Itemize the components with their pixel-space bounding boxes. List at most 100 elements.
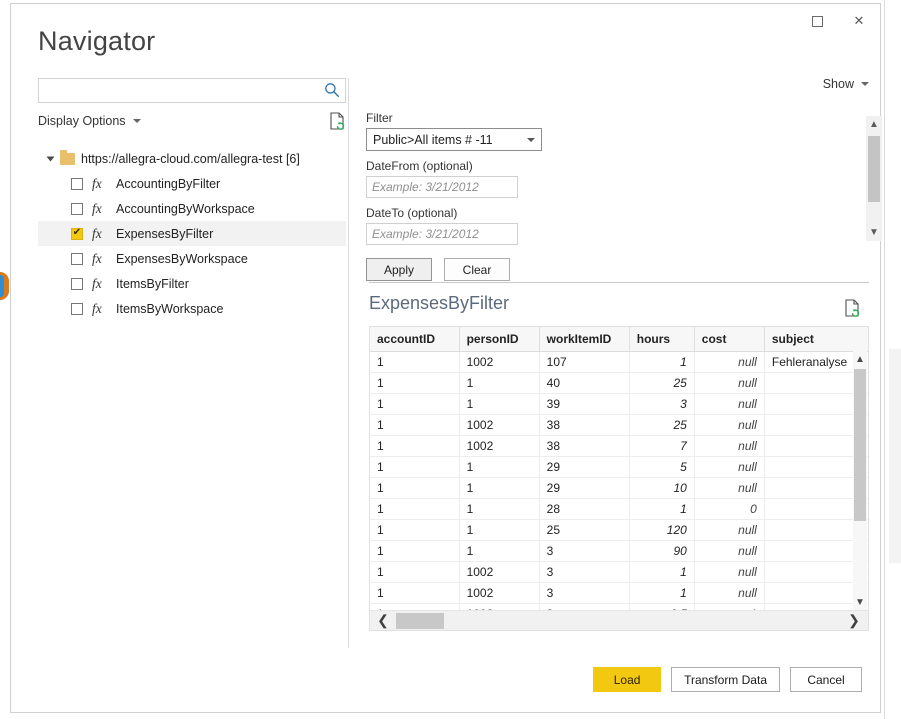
cell-cost: null (694, 415, 764, 436)
expand-collapse-icon[interactable] (47, 156, 55, 161)
scroll-down-icon[interactable]: ▼ (866, 224, 882, 241)
scroll-left-icon[interactable]: ❮ (372, 611, 394, 630)
fx-icon: fx (92, 201, 107, 217)
column-header-workitemid[interactable]: workItemID (539, 327, 629, 352)
maximize-icon (812, 16, 823, 27)
fx-icon: fx (92, 301, 107, 317)
table-row[interactable]: 112910nulln (370, 478, 869, 499)
cell-workitemid: 3 (539, 583, 629, 604)
cell-personid: 1 (459, 541, 539, 562)
column-header-personid[interactable]: personID (459, 327, 539, 352)
tree-item-checkbox[interactable] (71, 228, 83, 240)
tree-item-itemsbyfilter[interactable]: fx ItemsByFilter (38, 271, 346, 296)
table-row[interactable]: 11390nulln (370, 541, 869, 562)
scroll-right-icon[interactable]: ❯ (843, 611, 865, 630)
dateto-input[interactable] (366, 223, 518, 245)
cell-workitemid: 25 (539, 520, 629, 541)
table-row[interactable]: 1100231nulln (370, 562, 869, 583)
table-row[interactable]: 112810n (370, 499, 869, 520)
refresh-document-icon[interactable] (329, 112, 345, 130)
tree-item-checkbox[interactable] (71, 278, 83, 290)
background-right-divider (884, 0, 885, 719)
column-header-cost[interactable]: cost (694, 327, 764, 352)
spacer (366, 151, 666, 159)
column-header-accountid[interactable]: accountID (370, 327, 459, 352)
apply-button[interactable]: Apply (366, 258, 432, 281)
show-dropdown[interactable]: Show (823, 77, 869, 91)
navigator-dialog: ✕ Navigator Display Options (10, 3, 881, 713)
scrollbar-thumb[interactable] (868, 136, 880, 202)
cell-hours: 1 (629, 352, 694, 373)
tree-item-checkbox[interactable] (71, 203, 83, 215)
table-row[interactable]: 1100231nulln (370, 583, 869, 604)
grid-horizontal-scrollbar[interactable]: ❮ ❯ (370, 610, 869, 630)
parameter-buttons: Apply Clear (366, 258, 666, 281)
tree-item-accountingbyfilter[interactable]: fx AccountingByFilter (38, 171, 346, 196)
cell-hours: 10 (629, 478, 694, 499)
table-row[interactable]: 11393nulln (370, 394, 869, 415)
table-row[interactable]: 11002387null (370, 436, 869, 457)
scrollbar-thumb[interactable] (396, 613, 444, 629)
cell-personid: 1 (459, 499, 539, 520)
tree-item-itemsbyworkspace[interactable]: fx ItemsByWorkspace (38, 296, 346, 321)
maximize-button[interactable] (796, 5, 838, 37)
fx-icon: fx (92, 176, 107, 192)
cell-cost: null (694, 562, 764, 583)
parameters-form: Filter Public>All items # -11 DateFrom (… (366, 111, 666, 281)
background-right-panel (889, 349, 901, 563)
fx-icon: fx (92, 251, 107, 267)
table-row[interactable]: 110023825null (370, 415, 869, 436)
tree-root-label: https://allegra-cloud.com/allegra-test [… (81, 152, 300, 166)
cell-workitemid: 40 (539, 373, 629, 394)
table-row[interactable]: 114025nulln (370, 373, 869, 394)
parameters-vertical-scrollbar[interactable]: ▲ ▼ (866, 116, 882, 241)
chevron-down-icon (861, 82, 869, 86)
scroll-up-icon[interactable]: ▲ (853, 351, 867, 367)
filter-label: Filter (366, 111, 666, 125)
load-button[interactable]: Load (593, 667, 661, 692)
scrollbar-thumb[interactable] (854, 369, 866, 521)
search-input[interactable] (38, 78, 346, 103)
tree-item-accountingbyworkspace[interactable]: fx AccountingByWorkspace (38, 196, 346, 221)
table-row[interactable]: 110021071nullFehleranalyse (370, 352, 869, 373)
tree-item-expensesbyfilter[interactable]: fx ExpensesByFilter (38, 221, 346, 246)
cell-personid: 1 (459, 457, 539, 478)
page-title: Navigator (38, 26, 155, 57)
tree-item-checkbox[interactable] (71, 303, 83, 315)
cell-workitemid: 107 (539, 352, 629, 373)
close-button[interactable]: ✕ (838, 5, 880, 37)
preview-grid: accountID personID workItemID hours cost… (369, 326, 869, 631)
background-left-accent-secondary (0, 275, 4, 297)
left-pane: Display Options https://allegra-cloud.co… (38, 78, 346, 321)
cell-cost: null (694, 373, 764, 394)
tree-item-checkbox[interactable] (71, 178, 83, 190)
search-row (38, 78, 346, 103)
datefrom-input[interactable] (366, 176, 518, 198)
clear-button[interactable]: Clear (444, 258, 510, 281)
cell-accountid: 1 (370, 352, 459, 373)
filter-combobox[interactable]: Public>All items # -11 (366, 128, 542, 151)
table-row[interactable]: 1125120nulln (370, 520, 869, 541)
cell-cost: null (694, 520, 764, 541)
scroll-down-icon[interactable]: ▼ (853, 594, 867, 610)
refresh-document-icon[interactable] (844, 299, 860, 317)
cell-workitemid: 38 (539, 415, 629, 436)
display-options-button[interactable]: Display Options (38, 114, 141, 128)
cancel-button[interactable]: Cancel (790, 667, 862, 692)
tree-root-node[interactable]: https://allegra-cloud.com/allegra-test [… (38, 146, 346, 171)
tree-item-expensesbyworkspace[interactable]: fx ExpensesByWorkspace (38, 246, 346, 271)
scroll-up-icon[interactable]: ▲ (866, 116, 882, 133)
chevron-down-icon (133, 119, 141, 123)
column-header-subject[interactable]: subject (764, 327, 869, 352)
grid-vertical-scrollbar[interactable]: ▲ ▼ (853, 351, 867, 610)
cell-personid: 1002 (459, 583, 539, 604)
tree-item-checkbox[interactable] (71, 253, 83, 265)
tree-item-label: ExpensesByWorkspace (116, 252, 248, 266)
show-label: Show (823, 77, 854, 91)
transform-data-button[interactable]: Transform Data (671, 667, 780, 692)
column-header-hours[interactable]: hours (629, 327, 694, 352)
table-row[interactable]: 11295nulln (370, 457, 869, 478)
cell-accountid: 1 (370, 478, 459, 499)
cell-accountid: 1 (370, 562, 459, 583)
cell-workitemid: 3 (539, 541, 629, 562)
